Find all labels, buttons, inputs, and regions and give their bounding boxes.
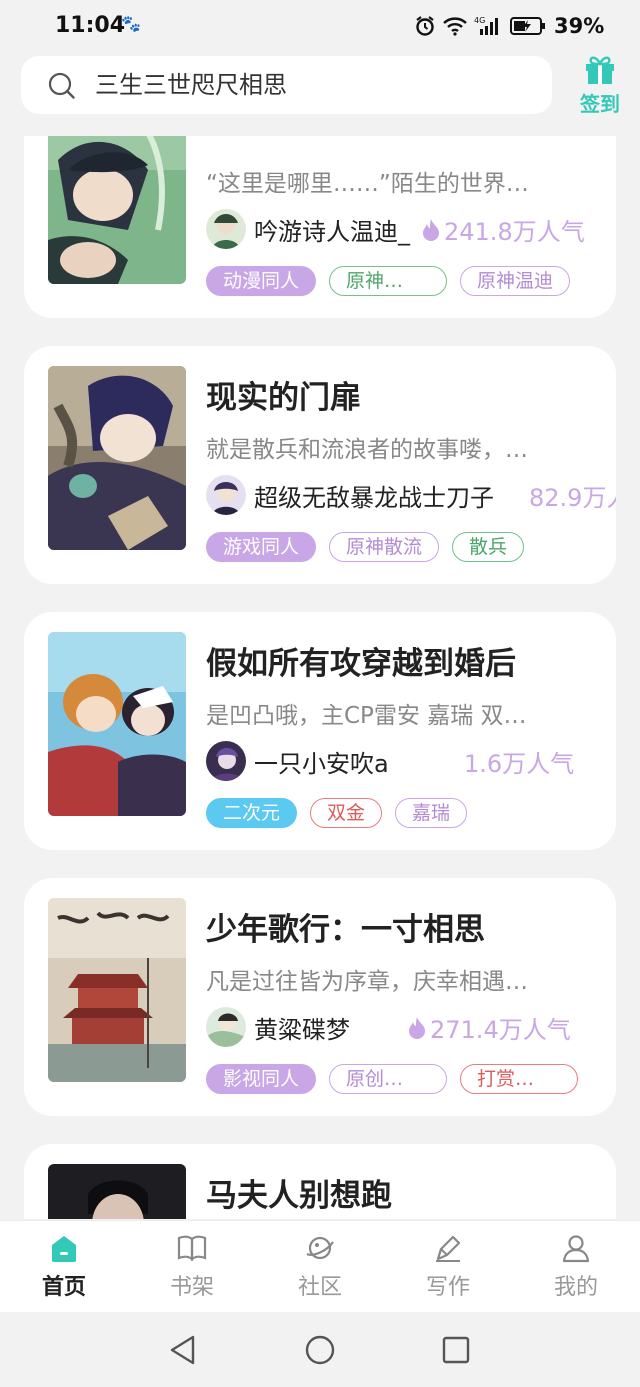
avatar[interactable] <box>206 475 246 515</box>
avatar[interactable] <box>206 209 246 249</box>
home-circle-icon[interactable] <box>304 1334 336 1366</box>
search-input[interactable] <box>95 65 535 105</box>
svg-text:4G: 4G <box>474 16 485 25</box>
tag[interactable]: 二次元 <box>206 798 298 828</box>
status-time: 11:04 <box>55 13 126 38</box>
tag[interactable]: 游戏同人 <box>206 532 317 562</box>
book-feed[interactable]: “这里是哪里……”陌生的世界… 吟游诗人温迪_ 241.8万人气 动漫同人 原神… <box>0 136 640 1219</box>
nav-item-home[interactable]: 首页 <box>0 1233 128 1301</box>
tag[interactable]: 散兵 <box>452 532 525 562</box>
bottom-nav: 首页 书架 社区 写作 我的 <box>0 1220 640 1312</box>
nav-label: 写作 <box>425 1275 470 1300</box>
book-icon <box>177 1235 207 1262</box>
search-bar[interactable] <box>21 56 552 114</box>
avatar[interactable] <box>206 1007 246 1047</box>
popularity: 1.6万人气 <box>464 744 574 779</box>
popularity: 82.9万人气 <box>529 478 616 513</box>
pen-icon <box>436 1235 461 1262</box>
battery-percent: 39% <box>554 14 605 38</box>
popularity-value: 82.9万人气 <box>529 484 616 512</box>
nav-label: 我的 <box>553 1275 598 1300</box>
popularity-value: 241.8万人气 <box>444 218 585 246</box>
signal-icon: 4G <box>474 16 498 35</box>
status-bar: 11:04 🐾 4G 39% <box>0 0 640 52</box>
tag-list: 二次元 双金 嘉瑞 <box>206 798 468 830</box>
popularity: 241.8万人气 <box>422 212 585 247</box>
checkin-label: 签到 <box>580 92 620 116</box>
nav-item-profile[interactable]: 我的 <box>512 1233 640 1301</box>
wifi-icon <box>443 17 467 36</box>
tag-list: 动漫同人 原神… 原神温迪 <box>206 266 571 298</box>
planet-icon <box>306 1236 334 1260</box>
book-cover[interactable] <box>48 632 186 816</box>
book-cover[interactable] <box>48 366 186 550</box>
system-nav-bar <box>0 1312 640 1387</box>
book-description: 就是散兵和流浪者的故事喽，… <box>206 437 528 463</box>
tag-list: 游戏同人 原神散流 散兵 <box>206 532 525 564</box>
tag[interactable]: 原神散流 <box>329 532 440 562</box>
book-description: “这里是哪里……”陌生的世界… <box>206 171 529 197</box>
tag[interactable]: 嘉瑞 <box>395 798 468 828</box>
search-icon <box>48 72 75 99</box>
book-card[interactable]: 少年歌行：一寸相思 凡是过往皆为序章，庆幸相遇… 黄粱碟梦 271.4万人气 影… <box>24 878 616 1116</box>
flame-icon <box>423 218 439 241</box>
book-title[interactable]: 马夫人别想跑 <box>206 1170 392 1215</box>
book-title[interactable]: 现实的门扉 <box>206 372 361 417</box>
tag[interactable]: 原神温迪 <box>460 266 571 296</box>
book-description: 是凹凸哦，主CP雷安 嘉瑞 双… <box>206 703 527 729</box>
book-description: 凡是过往皆为序章，庆幸相遇… <box>206 969 528 995</box>
flame-icon <box>409 1016 425 1039</box>
nav-item-write[interactable]: 写作 <box>384 1233 512 1301</box>
paw-icon: 🐾 <box>121 14 141 33</box>
popularity: 271.4万人气 <box>408 1010 571 1045</box>
book-cover[interactable] <box>48 898 186 1082</box>
book-card[interactable]: 现实的门扉 就是散兵和流浪者的故事喽，… 超级无敌暴龙战士刀子 82.9万人气 … <box>24 346 616 584</box>
avatar[interactable] <box>206 741 246 781</box>
tag[interactable]: 原创… <box>329 1064 448 1094</box>
author-name[interactable]: 一只小安吹a <box>254 744 389 779</box>
book-cover[interactable] <box>48 136 186 284</box>
battery-icon <box>510 17 545 35</box>
book-title[interactable]: 假如所有攻穿越到婚后 <box>206 638 516 683</box>
user-icon <box>562 1235 590 1263</box>
gift-icon <box>586 56 614 84</box>
popularity-value: 271.4万人气 <box>430 1016 571 1044</box>
author-name[interactable]: 吟游诗人温迪_ <box>254 212 410 247</box>
alarm-icon <box>416 16 434 36</box>
back-triangle-icon[interactable] <box>168 1334 198 1366</box>
book-cover[interactable] <box>48 1164 186 1219</box>
tag-list: 影视同人 原创… 打赏… <box>206 1064 579 1096</box>
nav-item-bookshelf[interactable]: 书架 <box>128 1233 256 1301</box>
nav-item-community[interactable]: 社区 <box>256 1233 384 1301</box>
nav-label: 社区 <box>297 1275 342 1300</box>
recents-square-icon[interactable] <box>441 1334 471 1366</box>
author-name[interactable]: 黄粱碟梦 <box>254 1010 350 1045</box>
tag[interactable]: 原神… <box>329 266 448 296</box>
checkin-button[interactable]: 签到 <box>572 52 628 118</box>
tag[interactable]: 动漫同人 <box>206 266 317 296</box>
book-card[interactable]: 假如所有攻穿越到婚后 是凹凸哦，主CP雷安 嘉瑞 双… 一只小安吹a 1.6万人… <box>24 612 616 850</box>
home-icon <box>52 1236 76 1262</box>
book-title[interactable]: 少年歌行：一寸相思 <box>206 904 485 949</box>
book-card[interactable]: 马夫人别想跑 <box>24 1144 616 1219</box>
nav-label: 首页 <box>41 1275 86 1300</box>
popularity-value: 1.6万人气 <box>464 750 575 778</box>
author-name[interactable]: 超级无敌暴龙战士刀子 <box>254 478 494 513</box>
tag[interactable]: 影视同人 <box>206 1064 317 1094</box>
tag[interactable]: 双金 <box>310 798 383 828</box>
book-card[interactable]: “这里是哪里……”陌生的世界… 吟游诗人温迪_ 241.8万人气 动漫同人 原神… <box>24 136 616 318</box>
tag[interactable]: 打赏… <box>460 1064 579 1094</box>
status-icons: 4G 39% <box>414 12 604 40</box>
nav-label: 书架 <box>169 1275 214 1300</box>
